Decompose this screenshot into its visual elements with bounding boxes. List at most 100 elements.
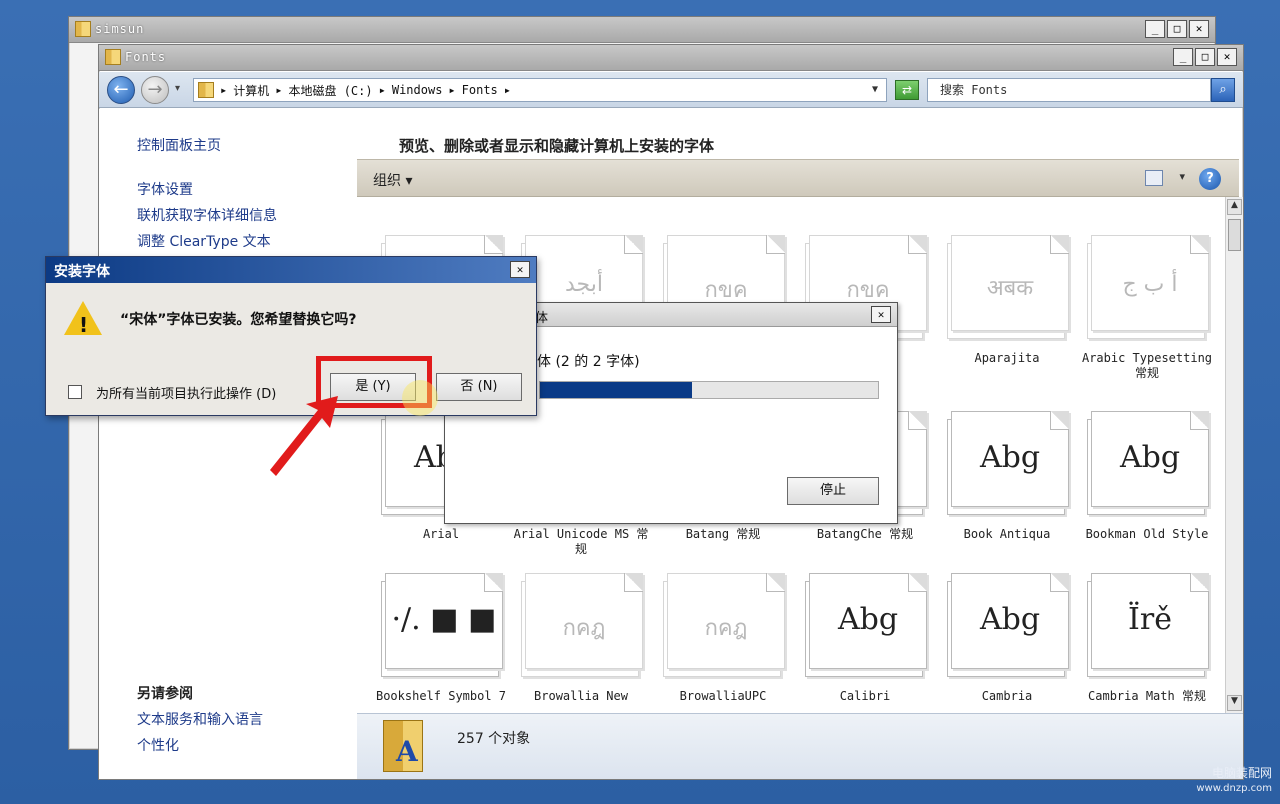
font-name-label[interactable]: BrowalliaUPC bbox=[653, 689, 793, 704]
font-page-icon: أ ب ج bbox=[1091, 235, 1209, 331]
breadcrumb-computer[interactable]: 计算机 bbox=[233, 82, 269, 99]
control-panel-home-link[interactable]: 控制面板主页 bbox=[137, 135, 221, 155]
address-row: ← → ▾ ▸ 计算机 ▸ 本地磁盘 (C:) ▸ Windows ▸ Font… bbox=[99, 72, 1243, 108]
font-sample-text: Abg bbox=[979, 440, 1041, 475]
simsun-title: simsun bbox=[95, 22, 145, 36]
font-tile[interactable]: أ ب ج bbox=[1087, 235, 1209, 339]
fonts-titlebar[interactable]: Fonts _ □ ✕ bbox=[99, 45, 1243, 71]
close-button[interactable]: ✕ bbox=[1189, 20, 1209, 38]
font-page-icon: Abg bbox=[951, 573, 1069, 669]
font-tile[interactable]: กคฎ bbox=[521, 573, 643, 677]
address-bar[interactable]: ▸ 计算机 ▸ 本地磁盘 (C:) ▸ Windows ▸ Fonts ▸ ▼ bbox=[193, 78, 887, 102]
minimize-button[interactable]: _ bbox=[1173, 48, 1193, 66]
font-sample-text: กคฎ bbox=[704, 616, 748, 641]
watermark-line2: www.dnzp.com bbox=[1196, 783, 1272, 794]
view-dropdown-icon[interactable]: ▾ bbox=[1179, 170, 1185, 183]
search-input[interactable]: 搜索 Fonts bbox=[927, 78, 1211, 102]
install-dialog-titlebar[interactable]: 安装字体 ✕ bbox=[46, 257, 536, 283]
font-page-icon: Abg bbox=[1091, 411, 1209, 507]
fonts-folder-large-icon: A bbox=[383, 720, 423, 772]
history-dropdown-icon[interactable]: ▾ bbox=[175, 83, 180, 94]
highlight-box bbox=[316, 356, 432, 408]
maximize-button[interactable]: □ bbox=[1167, 20, 1187, 38]
stop-button[interactable]: 停止 bbox=[787, 477, 879, 505]
font-name-label[interactable]: Calibri bbox=[795, 689, 935, 704]
fonts-title: Fonts bbox=[125, 50, 167, 64]
watermark-line1: 电脑装配网 bbox=[1211, 766, 1272, 780]
scroll-down-icon[interactable]: ▼ bbox=[1227, 695, 1242, 711]
font-page-icon: กคฎ bbox=[667, 573, 785, 669]
font-tile[interactable]: Abg bbox=[805, 573, 927, 677]
font-name-label[interactable]: Arabic Typesetting 常规 bbox=[1077, 351, 1217, 381]
font-name-label[interactable]: Cambria bbox=[937, 689, 1077, 704]
font-page-icon: Abg bbox=[809, 573, 927, 669]
simsun-titlebar[interactable]: simsun _ □ ✕ bbox=[69, 17, 1215, 43]
font-tile[interactable]: กคฎ bbox=[663, 573, 785, 677]
font-tile[interactable]: Abg bbox=[1087, 411, 1209, 515]
warning-exclamation-icon: ! bbox=[79, 313, 89, 337]
font-page-icon: Ïrě bbox=[1091, 573, 1209, 669]
breadcrumb-fonts[interactable]: Fonts bbox=[462, 83, 498, 97]
font-sample-text: กคฎ bbox=[562, 616, 606, 641]
font-sample-text: Ïrě bbox=[1128, 602, 1172, 637]
install-close-button[interactable]: ✕ bbox=[510, 261, 530, 278]
font-name-label[interactable]: Arial Unicode MS 常规 bbox=[511, 527, 651, 557]
status-bar: A 257 个对象 bbox=[357, 713, 1243, 779]
font-sample-text: أ ب ج bbox=[1122, 272, 1178, 297]
font-name-label[interactable]: Book Antiqua bbox=[937, 527, 1077, 542]
font-sample-text: ·/. ■ ■ bbox=[391, 602, 497, 637]
view-icon[interactable] bbox=[1145, 170, 1163, 186]
breadcrumb-windows[interactable]: Windows bbox=[392, 83, 443, 97]
progress-fill bbox=[540, 382, 693, 398]
font-settings-link[interactable]: 字体设置 bbox=[137, 179, 193, 199]
object-count: 257 个对象 bbox=[457, 731, 531, 747]
install-font-dialog[interactable]: 安装字体 ✕ ! “宋体”字体已安装。您希望替换它吗? 为所有当前项目执行此操作… bbox=[45, 256, 537, 416]
font-page-icon: กคฎ bbox=[525, 573, 643, 669]
font-name-label[interactable]: Cambria Math 常规 bbox=[1077, 689, 1217, 704]
forward-arrow-icon[interactable]: → bbox=[141, 76, 169, 104]
help-icon[interactable]: ? bbox=[1199, 168, 1221, 190]
breadcrumb-local-disk[interactable]: 本地磁盘 (C:) bbox=[288, 82, 372, 99]
organize-menu[interactable]: 组织 ▾ bbox=[373, 170, 412, 190]
back-arrow-icon[interactable]: ← bbox=[107, 76, 135, 104]
text-services-link[interactable]: 文本服务和输入语言 bbox=[137, 709, 263, 729]
font-name-label[interactable]: Arial bbox=[371, 527, 511, 542]
no-button[interactable]: 否 (N) bbox=[436, 373, 522, 401]
font-name-label[interactable]: Aparajita bbox=[937, 351, 1077, 366]
folder-icon bbox=[75, 21, 91, 37]
font-tile[interactable]: अबक bbox=[947, 235, 1069, 339]
close-button[interactable]: ✕ bbox=[1217, 48, 1237, 66]
personalize-link[interactable]: 个性化 bbox=[137, 735, 179, 755]
search-icon[interactable]: ⌕ bbox=[1211, 78, 1235, 102]
refresh-icon[interactable]: ⇄ bbox=[895, 80, 919, 100]
font-name-label[interactable]: Bookshelf Symbol 7 bbox=[371, 689, 511, 704]
apply-all-checkbox[interactable] bbox=[68, 385, 82, 399]
apply-all-label[interactable]: 为所有当前项目执行此操作 (D) bbox=[96, 383, 276, 402]
install-message: “宋体”字体已安装。您希望替换它吗? bbox=[120, 312, 357, 328]
address-folder-icon bbox=[198, 82, 214, 98]
minimize-button[interactable]: _ bbox=[1145, 20, 1165, 38]
font-name-label[interactable]: BatangChe 常规 bbox=[795, 527, 935, 542]
maximize-button[interactable]: □ bbox=[1195, 48, 1215, 66]
page-heading: 预览、删除或者显示和隐藏计算机上安装的字体 bbox=[399, 137, 715, 155]
font-name-label[interactable]: Batang 常规 bbox=[653, 527, 793, 542]
scroll-thumb[interactable] bbox=[1228, 219, 1241, 251]
font-name-label[interactable]: Browallia New bbox=[511, 689, 651, 704]
font-name-label[interactable]: Bookman Old Style bbox=[1077, 527, 1217, 542]
left-pane: 控制面板主页 字体设置 联机获取字体详细信息 调整 ClearType 文本 另… bbox=[99, 109, 357, 779]
font-sample-text: Abg bbox=[837, 602, 899, 637]
font-sample-text: Abg bbox=[979, 602, 1041, 637]
font-tile[interactable]: Abg bbox=[947, 573, 1069, 677]
font-tile[interactable]: Abg bbox=[947, 411, 1069, 515]
font-page-icon: अबक bbox=[951, 235, 1069, 331]
progress-close-button[interactable]: ✕ bbox=[871, 306, 891, 323]
cleartype-link[interactable]: 调整 ClearType 文本 bbox=[137, 231, 271, 251]
font-tile[interactable]: ·/. ■ ■ bbox=[381, 573, 503, 677]
font-tile[interactable]: Ïrě bbox=[1087, 573, 1209, 677]
get-font-info-link[interactable]: 联机获取字体详细信息 bbox=[137, 205, 277, 225]
command-toolbar: 组织 ▾ ▾ ? bbox=[357, 159, 1239, 197]
fonts-folder-icon bbox=[105, 49, 121, 65]
address-dropdown-icon[interactable]: ▼ bbox=[872, 84, 878, 95]
scroll-up-icon[interactable]: ▲ bbox=[1227, 199, 1242, 215]
vertical-scrollbar[interactable]: ▲ ▼ bbox=[1225, 197, 1243, 713]
